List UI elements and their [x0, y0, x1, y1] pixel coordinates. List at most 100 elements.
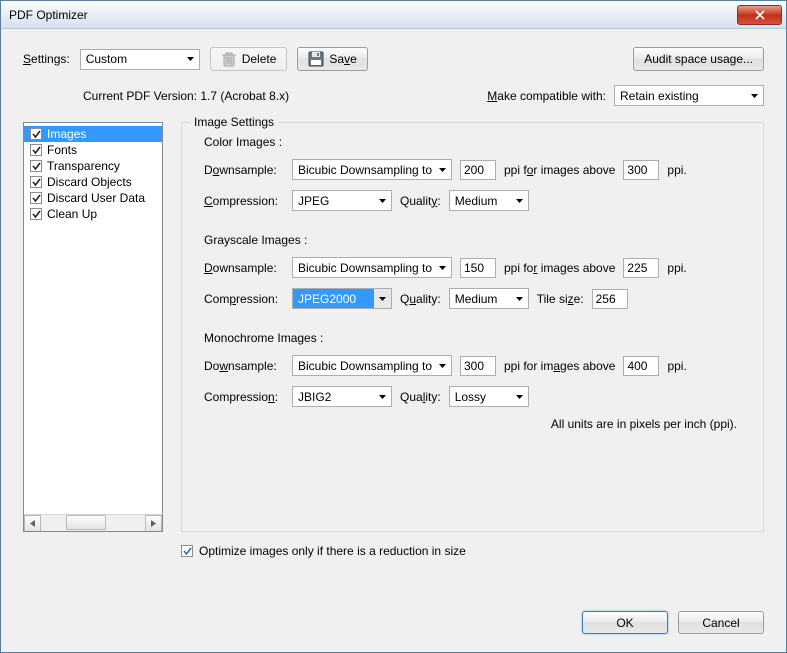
window-title: PDF Optimizer: [9, 8, 88, 22]
gray-compression-combo[interactable]: JPEG2000: [292, 288, 392, 309]
color-images-section: Color Images : Downsample: Bicubic Downs…: [200, 135, 745, 211]
ppi-above-label: ppi for images above: [504, 261, 615, 275]
sidebar-item-label: Images: [47, 127, 86, 141]
sidebar-item-images[interactable]: Images: [24, 126, 162, 142]
compression-label: Compression:: [204, 390, 284, 404]
save-icon: [308, 51, 324, 67]
close-button[interactable]: [737, 5, 782, 25]
optimize-only-label: Optimize images only if there is a reduc…: [199, 544, 466, 558]
scroll-right-button[interactable]: [145, 515, 162, 532]
gray-downsample-combo[interactable]: Bicubic Downsampling to: [292, 257, 452, 278]
quality-label: Quality:: [400, 390, 441, 404]
sidebar-item-label: Clean Up: [47, 207, 97, 221]
image-settings-panel: Image Settings Color Images : Downsample…: [181, 122, 764, 532]
chevron-down-icon: [434, 258, 451, 277]
settings-value: Custom: [86, 52, 182, 66]
chevron-down-icon: [511, 387, 528, 406]
sidebar-item-transparency[interactable]: Transparency: [24, 158, 162, 174]
ppi-suffix: ppi.: [667, 359, 686, 373]
sidebar-item-clean-up[interactable]: Clean Up: [24, 206, 162, 222]
downsample-label: Downsample:: [204, 261, 284, 275]
settings-combo[interactable]: Custom: [80, 49, 200, 70]
gray-tilesize-input[interactable]: [592, 289, 628, 309]
mono-downsample-combo[interactable]: Bicubic Downsampling to: [292, 355, 452, 376]
color-quality-combo[interactable]: Medium: [449, 190, 529, 211]
compression-label: Compression:: [204, 292, 284, 306]
sidebar-item-label: Fonts: [47, 143, 77, 157]
panel-legend: Image Settings: [190, 115, 278, 129]
ppi-above-label: ppi for images above: [504, 163, 615, 177]
compat-combo[interactable]: Retain existing: [614, 85, 764, 106]
category-list[interactable]: Images Fonts Transparency Discard Object…: [23, 122, 163, 532]
units-note: All units are in pixels per inch (ppi).: [200, 417, 745, 431]
chevron-down-icon: [511, 289, 528, 308]
chevron-down-icon: [746, 86, 763, 105]
pdf-optimizer-dialog: PDF Optimizer Settings: Custom Delete Sa…: [0, 0, 787, 653]
downsample-label: Downsample:: [204, 163, 284, 177]
gray-ppi-above-input[interactable]: [623, 258, 659, 278]
delete-label: Delete: [242, 52, 277, 66]
save-label: Save: [329, 52, 356, 66]
mono-ppi-above-input[interactable]: [623, 356, 659, 376]
sidebar-item-label: Discard User Data: [47, 191, 145, 205]
compat-value: Retain existing: [620, 89, 746, 103]
cancel-button[interactable]: Cancel: [678, 611, 764, 634]
color-ppi-input[interactable]: [460, 160, 496, 180]
color-ppi-above-input[interactable]: [623, 160, 659, 180]
color-compression-combo[interactable]: JPEG: [292, 190, 392, 211]
ppi-suffix: ppi.: [667, 163, 686, 177]
grayscale-images-section: Grayscale Images : Downsample: Bicubic D…: [200, 233, 745, 309]
section-title: Color Images :: [200, 135, 745, 149]
chevron-down-icon: [182, 50, 199, 69]
scroll-left-button[interactable]: [24, 515, 41, 532]
chevron-down-icon: [434, 160, 451, 179]
audit-space-button[interactable]: Audit space usage...: [633, 47, 764, 71]
delete-button: Delete: [210, 47, 288, 71]
section-title: Monochrome Images :: [200, 331, 745, 345]
monochrome-images-section: Monochrome Images : Downsample: Bicubic …: [200, 331, 745, 407]
tilesize-label: Tile size:: [537, 292, 584, 306]
quality-label: Quality:: [400, 194, 441, 208]
checkbox[interactable]: [30, 208, 42, 220]
sidebar-item-label: Transparency: [47, 159, 120, 173]
chevron-down-icon: [374, 387, 391, 406]
mono-compression-combo[interactable]: JBIG2: [292, 386, 392, 407]
compat-label: Make compatible with:: [487, 89, 606, 103]
sidebar-item-label: Discard Objects: [47, 175, 132, 189]
optimize-only-row: Optimize images only if there is a reduc…: [181, 544, 764, 558]
optimize-only-checkbox[interactable]: [181, 545, 193, 557]
chevron-down-icon: [374, 191, 391, 210]
trash-icon: [221, 51, 237, 67]
gray-quality-combo[interactable]: Medium: [449, 288, 529, 309]
pdf-version-label: Current PDF Version: 1.7 (Acrobat 8.x): [83, 89, 289, 103]
downsample-label: Downsample:: [204, 359, 284, 373]
sidebar-item-discard-objects[interactable]: Discard Objects: [24, 174, 162, 190]
quality-label: Quality:: [400, 292, 441, 306]
checkbox[interactable]: [30, 128, 42, 140]
checkbox[interactable]: [30, 160, 42, 172]
sidebar-item-fonts[interactable]: Fonts: [24, 142, 162, 158]
chevron-down-icon: [374, 289, 391, 308]
titlebar: PDF Optimizer: [1, 1, 786, 29]
ppi-above-label: ppi for images above: [504, 359, 615, 373]
checkbox[interactable]: [30, 176, 42, 188]
color-downsample-combo[interactable]: Bicubic Downsampling to: [292, 159, 452, 180]
mono-quality-combo[interactable]: Lossy: [449, 386, 529, 407]
checkbox[interactable]: [30, 192, 42, 204]
chevron-down-icon: [434, 356, 451, 375]
sidebar-item-discard-user-data[interactable]: Discard User Data: [24, 190, 162, 206]
scroll-thumb[interactable]: [66, 515, 106, 530]
checkbox[interactable]: [30, 144, 42, 156]
close-icon: [755, 10, 765, 20]
horizontal-scrollbar[interactable]: [24, 514, 162, 531]
chevron-down-icon: [511, 191, 528, 210]
section-title: Grayscale Images :: [200, 233, 745, 247]
ppi-suffix: ppi.: [667, 261, 686, 275]
ok-button[interactable]: OK: [582, 611, 668, 634]
compression-label: Compression:: [204, 194, 284, 208]
gray-ppi-input[interactable]: [460, 258, 496, 278]
scroll-track[interactable]: [41, 515, 145, 531]
save-button[interactable]: Save: [297, 47, 367, 71]
settings-label: Settings:: [23, 52, 70, 66]
mono-ppi-input[interactable]: [460, 356, 496, 376]
